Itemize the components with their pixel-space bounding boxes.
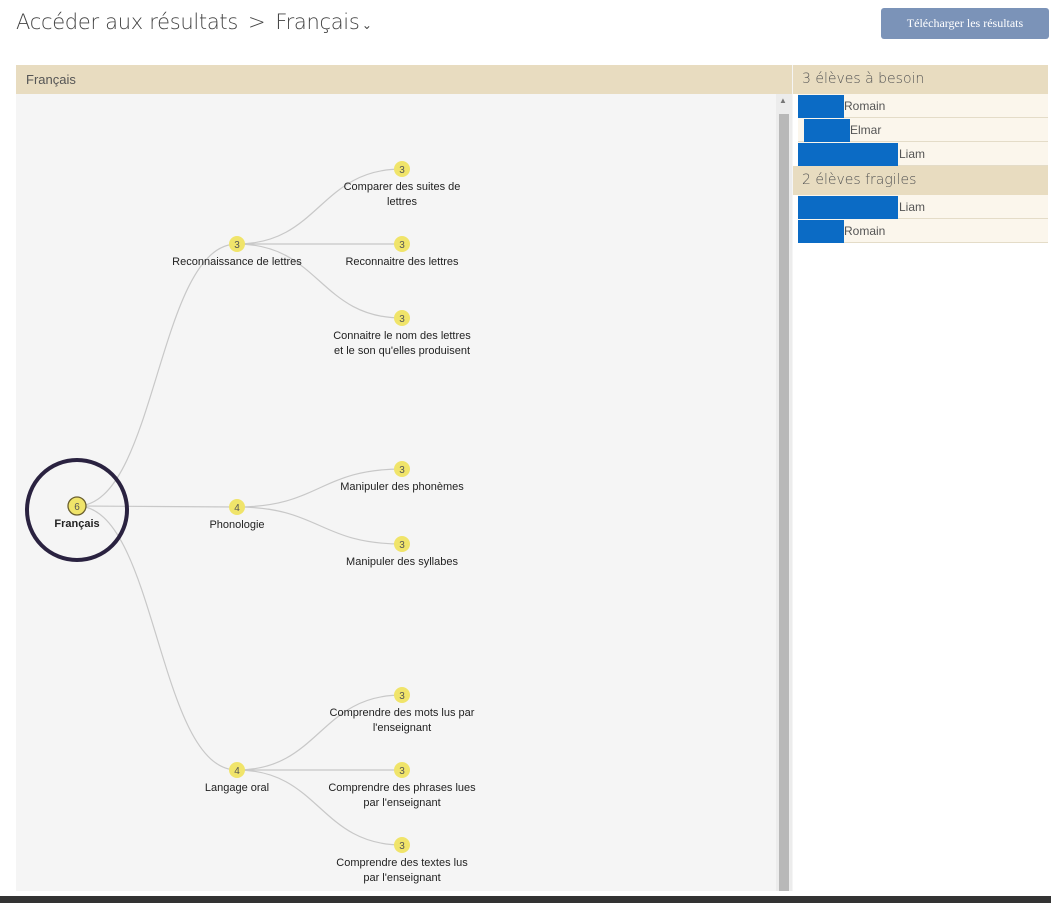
subject-selector[interactable]: Français ⌄ [275,10,372,34]
node-label: Comprendre des phrases lues [328,782,476,794]
student-name: Romain [844,99,886,113]
subject-selector-label: Français [275,10,360,34]
redaction-block [804,119,850,142]
skill-node[interactable]: 3 Comparer des suites de lettres [344,161,461,208]
breadcrumb: Accéder aux résultats > Français ⌄ [16,10,372,34]
tree-scrollbar[interactable]: ▲ [776,94,792,891]
chevron-down-icon: ⌄ [361,18,372,32]
scroll-up-icon[interactable]: ▲ [779,96,787,105]
redaction-block [798,95,844,118]
node-count: 3 [399,691,405,702]
skill-tree-svg: 3 Comparer des suites de lettres 3 Reconnait… [54,161,476,884]
group-fragile: 2 élèves fragiles Liam Romain [793,166,1048,243]
student-name: Liam [899,147,926,161]
node-count: 4 [234,766,240,777]
breadcrumb-root-link[interactable]: Accéder aux résultats [16,10,238,34]
panel-title: Français [16,65,792,94]
student-row[interactable]: Liam [798,142,1048,166]
node-count: 3 [399,314,405,325]
node-count: 4 [234,503,240,514]
node-count: 3 [399,240,405,251]
node-label: Reconnaitre des lettres [345,256,459,268]
results-panel: Français 3 Comparer des suites de lettres 3… [16,65,1048,891]
group-needs: 3 élèves à besoin Romain Elmar Liam [793,65,1048,166]
node-label: Comprendre des mots lus par [330,707,475,719]
node-label: Comparer des suites de [344,181,461,193]
redaction-block [798,220,844,243]
student-name: Liam [899,200,926,214]
skill-node[interactable]: 3 Comprendre des phrases lues par l'enseig… [328,762,476,809]
annotation-circle [25,458,129,562]
group-title: 3 élèves à besoin [793,65,1048,94]
node-label: Langage oral [205,782,269,794]
redaction-block [798,196,898,219]
student-row[interactable]: Elmar [798,118,1048,142]
skill-node[interactable]: 3 Manipuler des phonèmes [340,461,464,493]
node-label: lettres [387,196,417,208]
group-title: 2 élèves fragiles [793,166,1048,195]
node-count: 3 [399,465,405,476]
node-label: Manipuler des phonèmes [340,481,464,493]
skill-node[interactable]: 3 Comprendre des textes lus par l'enseigna… [336,837,468,884]
student-row[interactable]: Liam [798,195,1048,219]
bottom-border [0,896,1051,903]
node-count: 3 [399,165,405,176]
node-count: 3 [399,540,405,551]
node-count: 3 [399,766,405,777]
redaction-block [798,143,898,166]
page-header: Accéder aux résultats > Français ⌄ Téléc… [0,0,1051,60]
node-label: l'enseignant [373,722,431,734]
scroll-thumb[interactable] [779,114,789,891]
node-count: 3 [399,841,405,852]
breadcrumb-separator: > [248,10,266,34]
student-name: Romain [844,224,886,238]
skill-node[interactable]: 3 Comprendre des mots lus par l'enseignant [330,687,475,734]
node-label: Reconnaissance de lettres [172,256,302,268]
node-label: par l'enseignant [363,797,440,809]
node-label: par l'enseignant [363,872,440,884]
students-sidebar: 3 élèves à besoin Romain Elmar Liam 2 él… [793,65,1048,891]
student-row[interactable]: Romain [798,219,1048,243]
download-results-button[interactable]: Télécharger les résultats [881,8,1049,39]
skill-node[interactable]: 4 Phonologie [209,499,265,531]
node-label: Comprendre des textes lus [336,857,468,869]
skill-node[interactable]: 4 Langage oral [205,762,269,794]
skill-node[interactable]: 3 Reconnaitre des lettres [345,236,459,268]
node-label: Connaitre le nom des lettres [333,330,471,342]
node-count: 3 [234,240,240,251]
student-row[interactable]: Romain [798,94,1048,118]
node-label: Manipuler des syllabes [346,556,458,568]
skill-node[interactable]: 3 Reconnaissance de lettres [172,236,302,268]
skill-node[interactable]: 3 Connaitre le nom des lettres et le son q… [333,310,471,357]
node-label: Phonologie [209,519,264,531]
student-name: Elmar [850,123,882,137]
skill-tree: 3 Comparer des suites de lettres 3 Reconnait… [16,94,776,891]
node-label: et le son qu'elles produisent [334,345,470,357]
